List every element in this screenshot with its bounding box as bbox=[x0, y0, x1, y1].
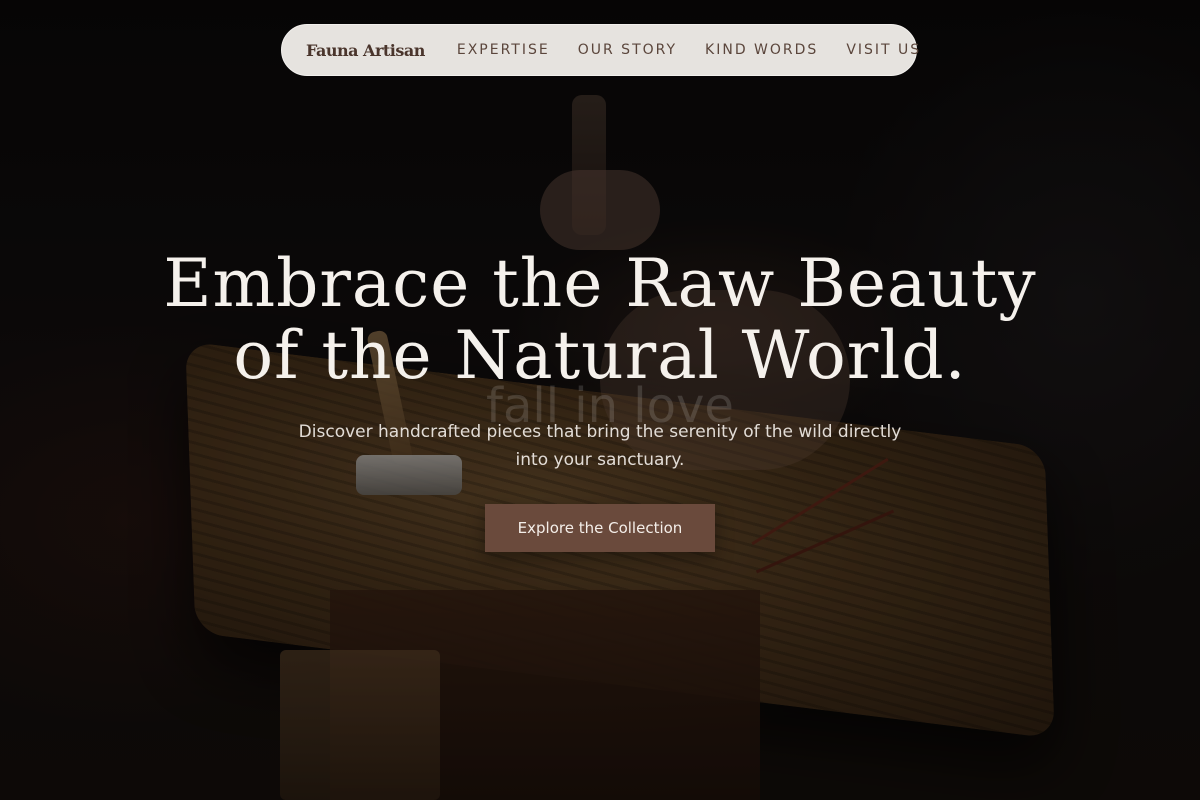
headline-line-1: Embrace the Raw Beauty bbox=[163, 245, 1037, 322]
nav-link-kind-words[interactable]: KIND WORDS bbox=[705, 42, 818, 58]
hero-subheading: Discover handcrafted pieces that bring t… bbox=[260, 418, 940, 474]
nav-link-visit-us[interactable]: VISIT US bbox=[846, 42, 921, 58]
nav-link-expertise[interactable]: EXPERTISE bbox=[457, 42, 550, 58]
brand-logo[interactable]: Fauna Artisan bbox=[306, 41, 425, 60]
hero-section: Fauna Artisan EXPERTISE OUR STORY KIND W… bbox=[0, 0, 1200, 800]
subheading-line-1: Discover handcrafted pieces that bring t… bbox=[298, 422, 902, 442]
explore-collection-button[interactable]: Explore the Collection bbox=[485, 504, 715, 552]
navbar: Fauna Artisan EXPERTISE OUR STORY KIND W… bbox=[281, 24, 919, 76]
hero-headline: Embrace the Raw Beauty of the Natural Wo… bbox=[100, 248, 1100, 392]
subheading-line-2: into your sanctuary. bbox=[515, 450, 685, 470]
nav-link-our-story[interactable]: OUR STORY bbox=[578, 42, 677, 58]
